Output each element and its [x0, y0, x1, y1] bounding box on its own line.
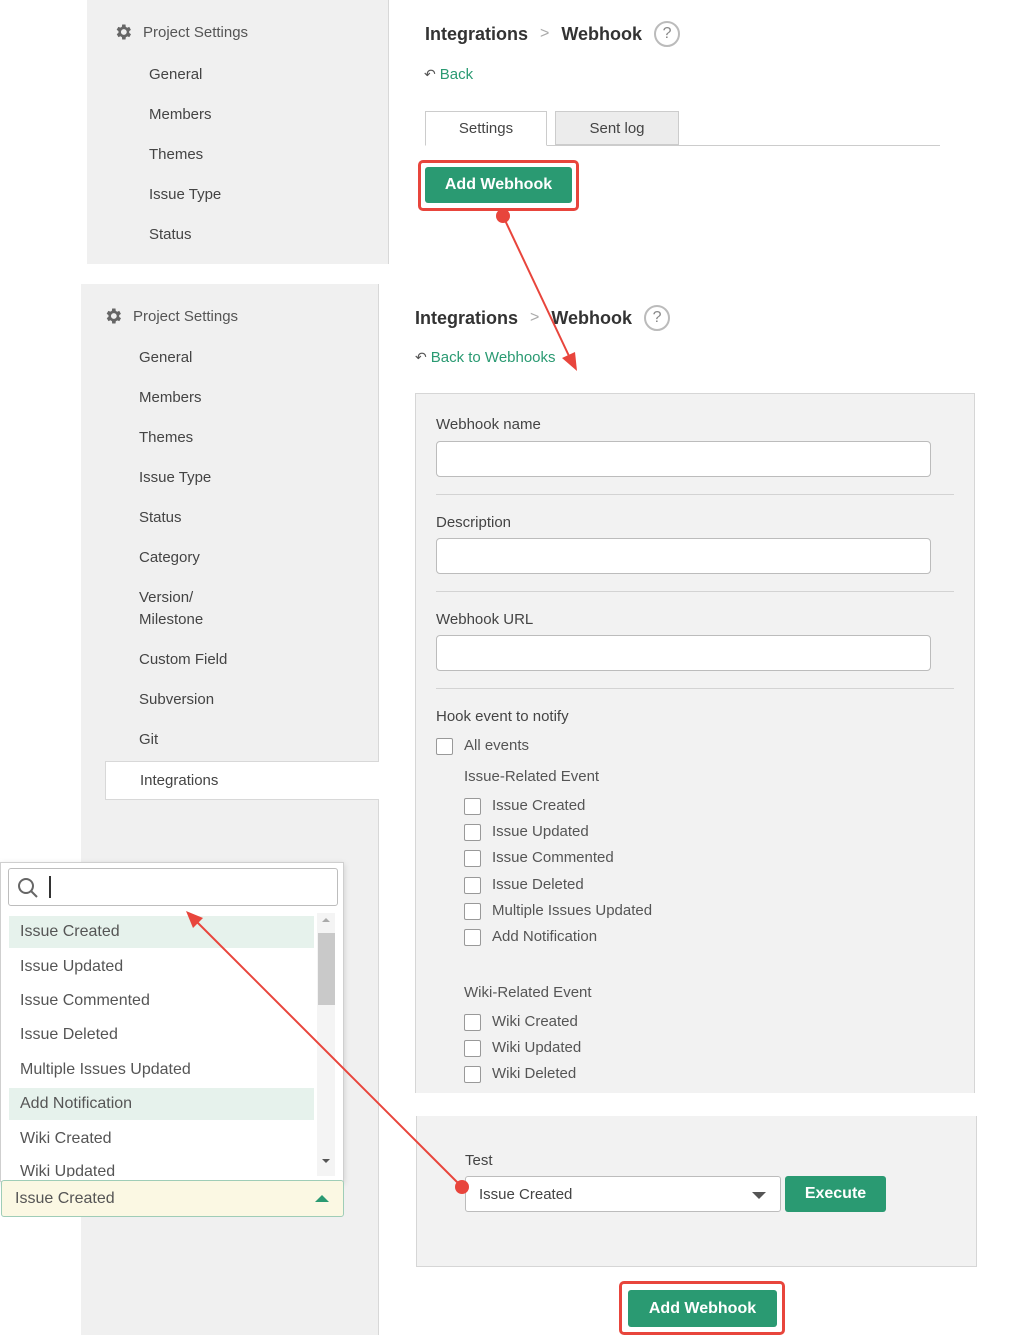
annotation-arrows: [186, 209, 577, 1194]
arrow-to-form: [496, 209, 577, 371]
arrow-to-dropdown: [186, 911, 469, 1194]
